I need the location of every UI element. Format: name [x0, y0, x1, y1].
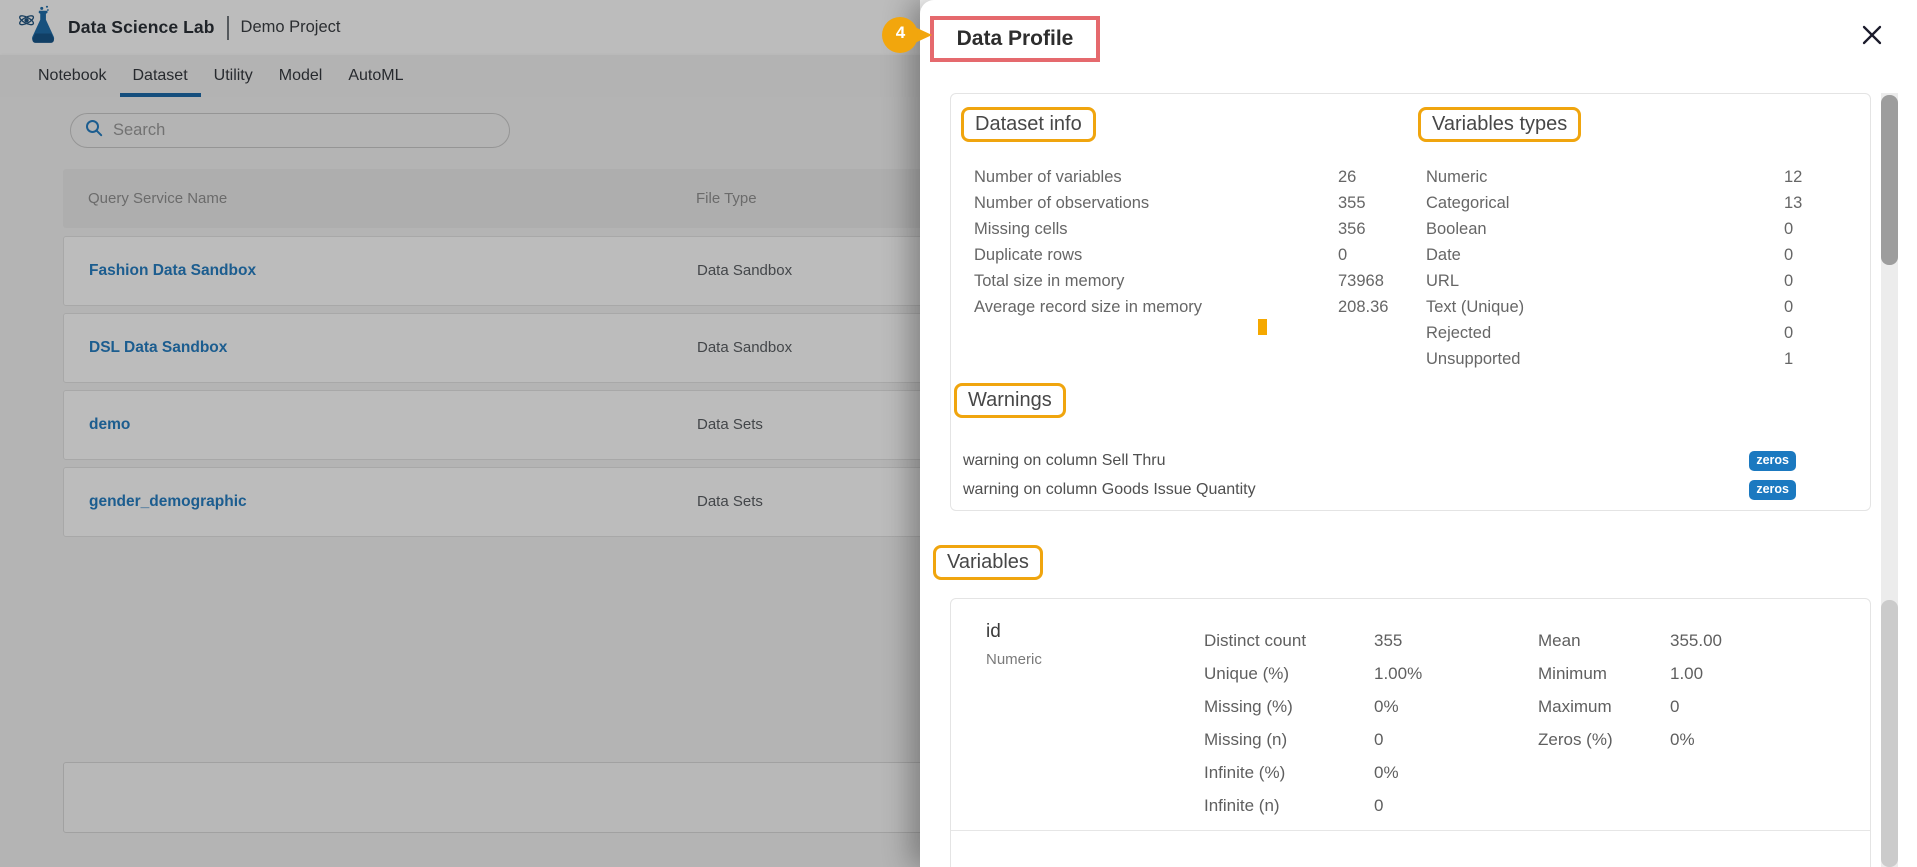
- warning-badge: zeros: [1749, 451, 1796, 471]
- stat-value: 0: [1784, 242, 1793, 268]
- variables-types-stats: Numeric12 Categorical13 Boolean0 Date0 U…: [1426, 164, 1802, 372]
- stat-label: Total size in memory: [974, 268, 1338, 294]
- stat-label: Missing (%): [1204, 690, 1374, 723]
- stat-label: Missing (n): [1204, 723, 1374, 756]
- stat-value: 0%: [1670, 723, 1695, 756]
- dataset-info-stats: Number of variables26 Number of observat…: [974, 164, 1388, 320]
- stat-value: 0: [1374, 789, 1383, 822]
- variable-name: id: [986, 621, 1001, 643]
- stat-value: 1: [1784, 346, 1793, 372]
- stat-value: 355.00: [1670, 624, 1722, 657]
- stat-label: Numeric: [1426, 164, 1784, 190]
- stat-label: Date: [1426, 242, 1784, 268]
- stat-label: Unsupported: [1426, 346, 1784, 372]
- stat-value: 12: [1784, 164, 1802, 190]
- profile-overview-card: Dataset info Variables types Number of v…: [950, 93, 1871, 511]
- variable-stats-column-1: Distinct count355 Unique (%)1.00% Missin…: [1204, 624, 1422, 822]
- stat-label: Maximum: [1538, 690, 1670, 723]
- variables-types-title: Variables types: [1418, 107, 1581, 142]
- stat-value: 0: [1670, 690, 1679, 723]
- stat-value: 0: [1784, 268, 1793, 294]
- stat-value: 1.00%: [1374, 657, 1422, 690]
- stat-value: 355: [1374, 624, 1402, 657]
- stat-value: 1.00: [1670, 657, 1703, 690]
- stat-value: 355: [1338, 190, 1366, 216]
- annotation-cursor-tick: [1258, 319, 1267, 335]
- stat-label: Zeros (%): [1538, 723, 1670, 756]
- scrollbar-thumb[interactable]: [1881, 600, 1898, 867]
- stat-value: 208.36: [1338, 294, 1388, 320]
- variables-section-title: Variables: [933, 545, 1043, 580]
- modal-backdrop[interactable]: [0, 0, 920, 867]
- variable-stats-column-2: Mean355.00 Minimum1.00 Maximum0 Zeros (%…: [1538, 624, 1722, 756]
- variable-divider: [951, 830, 1870, 831]
- stat-label: Mean: [1538, 624, 1670, 657]
- data-profile-drawer: Data Profile Dataset info Variables type…: [920, 0, 1917, 867]
- stat-label: Duplicate rows: [974, 242, 1338, 268]
- warning-text: warning on column Sell Thru: [963, 452, 1165, 470]
- stat-label: Minimum: [1538, 657, 1670, 690]
- screen: Data Science Lab Demo Project Notebook D…: [0, 0, 1917, 867]
- stat-value: 0: [1784, 320, 1793, 346]
- stat-label: Number of observations: [974, 190, 1338, 216]
- stat-label: Infinite (n): [1204, 789, 1374, 822]
- stat-label: Number of variables: [974, 164, 1338, 190]
- warning-item: warning on column Goods Issue Quantity z…: [963, 475, 1796, 504]
- stat-value: 0%: [1374, 690, 1399, 723]
- stat-value: 26: [1338, 164, 1356, 190]
- stat-label: Rejected: [1426, 320, 1784, 346]
- stat-label: Missing cells: [974, 216, 1338, 242]
- stat-label: Average record size in memory: [974, 294, 1338, 320]
- stat-value: 0: [1374, 723, 1383, 756]
- stat-value: 0: [1784, 216, 1793, 242]
- variable-type: Numeric: [986, 651, 1042, 668]
- stat-value: 73968: [1338, 268, 1384, 294]
- stat-label: Infinite (%): [1204, 756, 1374, 789]
- variable-detail-card: id Numeric Distinct count355 Unique (%)1…: [950, 598, 1871, 867]
- stat-label: Text (Unique): [1426, 294, 1784, 320]
- stat-label: Distinct count: [1204, 624, 1374, 657]
- stat-label: Categorical: [1426, 190, 1784, 216]
- stat-label: Unique (%): [1204, 657, 1374, 690]
- step-number: 4: [892, 23, 909, 43]
- stat-value: 0%: [1374, 756, 1399, 789]
- stat-value: 0: [1784, 294, 1793, 320]
- data-profile-title-highlight: Data Profile: [930, 16, 1100, 62]
- stat-value: 13: [1784, 190, 1802, 216]
- scrollbar-thumb[interactable]: [1881, 95, 1898, 265]
- drawer-title: Data Profile: [957, 27, 1074, 51]
- stat-value: 0: [1338, 242, 1347, 268]
- dataset-info-title: Dataset info: [961, 107, 1096, 142]
- warnings-title: Warnings: [954, 383, 1066, 418]
- warning-item: warning on column Sell Thru zeros: [963, 446, 1796, 475]
- stat-value: 356: [1338, 216, 1366, 242]
- warning-badge: zeros: [1749, 480, 1796, 500]
- stat-label: URL: [1426, 268, 1784, 294]
- warning-text: warning on column Goods Issue Quantity: [963, 481, 1256, 499]
- annotation-step-marker: 4: [880, 15, 934, 55]
- stat-label: Boolean: [1426, 216, 1784, 242]
- close-icon[interactable]: [1858, 21, 1886, 49]
- warnings-list: warning on column Sell Thru zeros warnin…: [963, 446, 1796, 504]
